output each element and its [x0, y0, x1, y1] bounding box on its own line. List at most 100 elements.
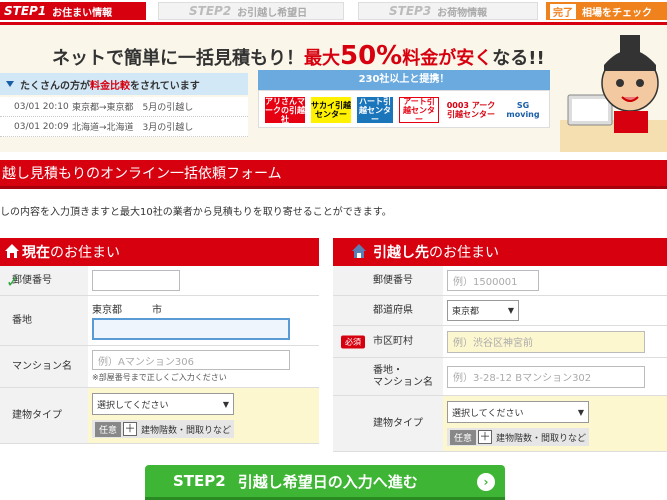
dest-address-input[interactable]: 例）3-28-12 Bマンション302: [447, 365, 645, 388]
dest-city-row: 必須 市区町村 例）渋谷区神宮前: [333, 326, 667, 358]
partner-logo: アリさんマークの引越社: [265, 96, 305, 124]
feed-time: 03/01 20:09: [14, 121, 69, 132]
form-description: しの内容を入力頂きますと最大10社の業者から見積もりを取り寄せることができます。: [0, 207, 392, 218]
postal-row: ✓ 郵便番号: [0, 266, 319, 296]
optional-text: 建物階数・間取りなど: [496, 433, 587, 444]
partners-heading: 230社以上と提携！: [258, 70, 550, 90]
house-icon: [352, 244, 366, 258]
address-prefill: 東京都 市: [92, 305, 162, 316]
headline-highlight-a: 最大: [304, 48, 340, 69]
feed-time: 03/01 20:10: [14, 101, 69, 112]
mascot-illustration: [560, 35, 667, 152]
chevron-down-icon: ▼: [222, 399, 229, 409]
step3-label: お荷物情報: [437, 7, 488, 19]
dest-postal-input[interactable]: 例）1500001: [447, 270, 539, 291]
address-row: 番地 東京都 市: [0, 296, 319, 346]
dest-pref-row: 都道府県 東京都 ▼: [333, 296, 667, 326]
step2-label: お引越し希望日: [237, 7, 308, 19]
headline-percent: 50%: [340, 41, 403, 71]
dest-city-input[interactable]: 例）渋谷区神宮前: [447, 330, 645, 353]
optional-text: 建物階数・間取りなど: [141, 425, 232, 436]
feed-item: 03/01 20:10 東京都→東京都 5月の引越し: [0, 97, 248, 117]
compare-heading: たくさんの方が 料金比較 をされています: [0, 73, 248, 95]
building-label: 建物タイプ: [0, 388, 88, 443]
next-step-button[interactable]: STEP2 引越し希望日の入力へ進む ›: [145, 465, 505, 500]
partner-logo: ハート引越センター: [357, 96, 393, 124]
current-mansion-input[interactable]: 例）Aマンション306: [92, 350, 290, 370]
select-value: 選択してください: [452, 408, 524, 419]
address-label: 番地: [0, 296, 88, 345]
dest-building-row: 建物タイプ 選択してください ▼ 任意 ＋ 建物階数・間取りなど: [333, 396, 667, 452]
current-optional-toggle[interactable]: 任意 ＋ 建物階数・間取りなど: [92, 420, 234, 438]
current-residence-section: 現在 のお住まい ✓ 郵便番号 番地 東京都 市 マンション名 例）Aマンション3…: [0, 238, 319, 444]
feed-item: 03/01 20:09 北海道→北海道 3月の引越し: [0, 117, 248, 137]
step2: STEP2 お引越し希望日: [158, 2, 344, 20]
dest-address-label: 番地・ マンション名: [333, 358, 443, 395]
current-residence-heading: 現在 のお住まい: [0, 238, 319, 266]
partner-logo: アート引越センター: [399, 97, 439, 124]
dest-pref-label: 都道府県: [333, 296, 443, 325]
chevron-down-icon: ▼: [507, 306, 514, 315]
select-value: 選択してください: [97, 400, 169, 411]
chevron-down-icon: ▼: [577, 407, 584, 417]
dest-pref-select[interactable]: 東京都 ▼: [447, 300, 519, 321]
partner-logo: 0003 アーク引越センター: [445, 97, 497, 123]
current-address-input[interactable]: [92, 318, 290, 340]
current-building-select[interactable]: 選択してください ▼: [92, 393, 234, 415]
optional-badge: 任意: [450, 429, 477, 445]
heading-strong: 現在: [22, 245, 50, 261]
optional-badge: 任意: [95, 421, 122, 437]
recent-requests-feed: 03/01 20:10 東京都→東京都 5月の引越し 03/01 20:09 北…: [0, 97, 248, 137]
heading-strong: 引越し先: [373, 245, 429, 261]
step-progress-bar: STEP1 お住まい情報 STEP2 お引越し希望日 STEP3 お荷物情報 完…: [0, 0, 667, 22]
next-step-number: STEP2: [173, 472, 226, 490]
partner-logo: SG moving: [501, 97, 545, 123]
triangle-down-icon: [6, 81, 14, 87]
step1-current: STEP1 お住まい情報: [0, 2, 146, 20]
feed-text: 東京都→東京都 5月の引越し: [72, 103, 194, 113]
dest-postal-row: 郵便番号 例）1500001: [333, 266, 667, 296]
mansion-note: ※部屋番号まで正しくご入力ください: [92, 373, 227, 382]
destination-section: 引越し先 のお住まい 郵便番号 例）1500001 都道府県 東京都 ▼ 必須 市…: [333, 238, 667, 452]
headline-highlight-c: 料金が安く: [402, 48, 493, 69]
compare-highlight: 料金比較: [90, 80, 130, 92]
mansion-label: マンション名: [0, 346, 88, 387]
headline-suffix: なる!!: [492, 48, 545, 69]
partner-logo: サカイ引越センター: [311, 97, 351, 123]
dest-building-select[interactable]: 選択してください ▼: [447, 401, 589, 423]
mansion-row: マンション名 例）Aマンション306 ※部屋番号まで正しくご入力ください: [0, 346, 319, 388]
compare-prefix: たくさんの方が: [20, 80, 90, 92]
step2-number: STEP2: [189, 4, 232, 18]
dest-address-row: 番地・ マンション名 例）3-28-12 Bマンション302: [333, 358, 667, 396]
step3-number: STEP3: [389, 4, 432, 18]
dest-optional-toggle[interactable]: 任意 ＋ 建物階数・間取りなど: [447, 428, 589, 446]
banner-headline: ネットで簡単に一括見積もり！最大50%料金が安くなる!!: [52, 41, 545, 71]
heading-rest: のお住まい: [429, 245, 499, 261]
house-icon: [5, 244, 19, 258]
headline-prefix: ネットで簡単に一括見積もり！: [52, 48, 304, 69]
step1-number: STEP1: [4, 4, 47, 18]
compare-suffix: をされています: [130, 80, 200, 92]
dest-postal-label: 郵便番号: [333, 266, 443, 295]
form-title: 越し見積もりのオンライン一括依頼フォーム: [0, 160, 667, 186]
dest-building-label: 建物タイプ: [333, 396, 443, 451]
destination-heading: 引越し先 のお住まい: [333, 238, 667, 266]
form-title-underline: [0, 186, 667, 189]
current-postal-input[interactable]: [92, 270, 180, 291]
partner-logos: アリさんマークの引越社 サカイ引越センター ハート引越センター アート引越センタ…: [258, 90, 550, 128]
step-done: 完了 相場をチェック: [546, 2, 667, 20]
checkmark-icon: ✓: [6, 272, 20, 291]
building-row: 建物タイプ 選択してください ▼ 任意 ＋ 建物階数・間取りなど: [0, 388, 319, 444]
required-badge: 必須: [341, 335, 365, 348]
plus-icon: ＋: [478, 430, 493, 444]
plus-icon: ＋: [123, 422, 138, 436]
step-done-label: 相場をチェック: [582, 7, 652, 19]
heading-rest: のお住まい: [50, 245, 120, 261]
select-value: 東京都: [452, 307, 480, 317]
feed-text: 北海道→北海道 3月の引越し: [72, 123, 194, 133]
step1-label: お住まい情報: [52, 7, 113, 19]
next-step-label: 引越し希望日の入力へ進む: [237, 472, 418, 491]
step3: STEP3 お荷物情報: [358, 2, 538, 20]
promo-banner: ネットで簡単に一括見積もり！最大50%料金が安くなる!! たくさんの方が 料金比較…: [0, 25, 667, 152]
step-done-number: 完了: [550, 3, 576, 19]
